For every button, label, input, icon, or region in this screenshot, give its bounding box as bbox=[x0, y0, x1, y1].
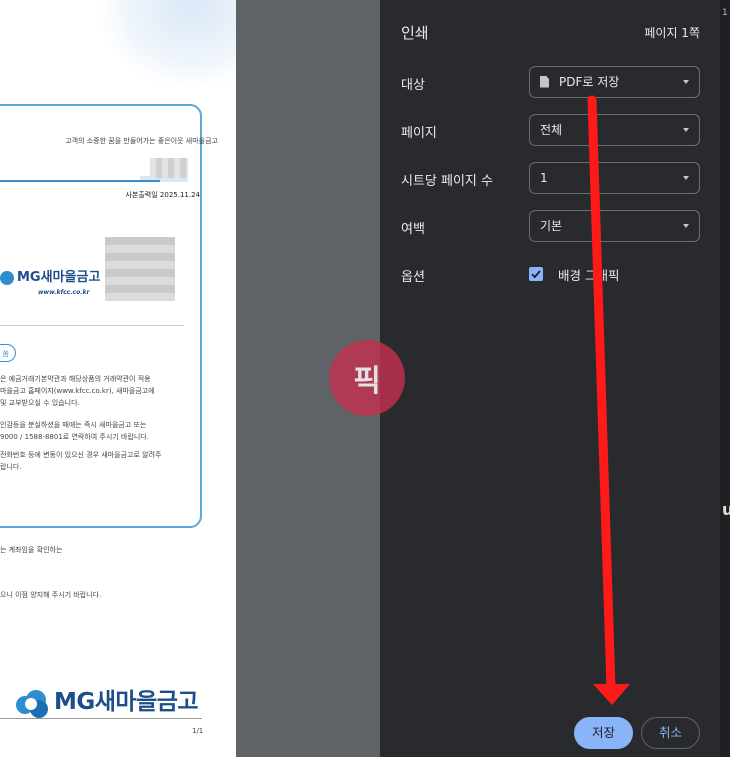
header-divider bbox=[0, 180, 160, 182]
chevron-down-icon bbox=[683, 128, 689, 132]
save-button[interactable]: 저장 bbox=[574, 717, 633, 749]
mg-logo-small-text: MG새마을금고 bbox=[17, 270, 101, 285]
pages-per-sheet-value: 1 bbox=[540, 171, 548, 185]
edge-text: u bbox=[722, 500, 730, 519]
preview-page: 고객의 소중한 꿈을 만들어가는 좋은이웃 새마을금고 사본출력일 2025.1… bbox=[0, 0, 236, 757]
cancel-button[interactable]: 취소 bbox=[641, 717, 700, 749]
pages-label: 페이지 bbox=[401, 126, 437, 141]
card-divider bbox=[0, 325, 184, 326]
confirm-text: 는 계좌임을 확인하는 bbox=[0, 546, 63, 554]
notice-text: 으니 이점 양지해 주시기 바랍니다. bbox=[0, 591, 102, 599]
blurred-name bbox=[150, 158, 188, 178]
print-date: 사본출력일 2025.11.24 bbox=[125, 191, 200, 199]
mg-logo-large: MG새마을금고 bbox=[16, 682, 199, 718]
chevron-down-icon bbox=[683, 176, 689, 180]
pages-value: 전체 bbox=[540, 123, 563, 137]
margins-label: 여백 bbox=[401, 222, 425, 237]
destination-value: PDF로 저장 bbox=[559, 75, 620, 89]
pages-per-sheet-label: 시트당 페이지 수 bbox=[401, 174, 493, 189]
mg-logo-icon bbox=[0, 270, 14, 285]
watermark-badge: 픽 bbox=[329, 340, 405, 416]
file-icon bbox=[540, 75, 549, 88]
page-count: 페이지 1쪽 bbox=[644, 26, 700, 40]
pages-select[interactable]: 전체 bbox=[529, 114, 700, 146]
checkmark-icon bbox=[531, 270, 541, 279]
footer-divider bbox=[0, 718, 202, 719]
page-decoration bbox=[96, 0, 236, 90]
options-label: 옵션 bbox=[401, 270, 425, 285]
margins-value: 기본 bbox=[540, 219, 563, 233]
notice-line: 은 예금거래기본약관과 해당상품의 거래약관이 적용 bbox=[0, 375, 151, 383]
chevron-down-icon bbox=[683, 224, 689, 228]
mg-logo-small: MG새마을금고 bbox=[0, 266, 100, 285]
mg-logo-large-icon bbox=[16, 688, 50, 718]
page-number: 1/1 bbox=[192, 727, 204, 735]
print-preview-area: 고객의 소중한 꿈을 만들어가는 좋은이웃 새마을금고 사본출력일 2025.1… bbox=[0, 0, 380, 757]
blurred-seal bbox=[105, 237, 175, 301]
background-window-edge: 1 u bbox=[720, 0, 730, 757]
destination-select[interactable]: PDF로 저장 bbox=[529, 66, 700, 98]
chevron-down-icon bbox=[683, 80, 689, 84]
margins-select[interactable]: 기본 bbox=[529, 210, 700, 242]
background-graphics-label[interactable]: 배경 그래픽 bbox=[558, 265, 619, 284]
mg-logo-large-text: MG새마을금고 bbox=[54, 689, 199, 715]
print-dialog: 인쇄 페이지 1쪽 대상 PDF로 저장 페이지 전체 시트당 페이지 수 1 … bbox=[380, 0, 720, 757]
slogan-text: 고객의 소중한 꿈을 만들어가는 좋은이웃 새마을금고 bbox=[65, 137, 218, 145]
notice-line: 랍니다. bbox=[0, 463, 22, 471]
dialog-title: 인쇄 bbox=[401, 24, 429, 42]
notice-line: 전화번호 등에 변동이 있으신 경우 새마을금고로 알려주 bbox=[0, 451, 162, 459]
destination-label: 대상 bbox=[401, 78, 425, 93]
notice-line: 9000 / 1588-8801로 연락하여 주시기 바랍니다. bbox=[0, 433, 149, 441]
notice-line: 인감등을 분실하셨을 때에는 즉시 새마을금고 또는 bbox=[0, 421, 147, 429]
notice-line: 및 교부받으실 수 있습니다. bbox=[0, 399, 80, 407]
edge-text: 1 bbox=[722, 8, 728, 18]
pages-per-sheet-select[interactable]: 1 bbox=[529, 162, 700, 194]
notice-line: 마을금고 홈페이지(www.kfcc.co.kr), 새마을금고에 bbox=[0, 387, 155, 395]
background-graphics-checkbox[interactable] bbox=[529, 267, 543, 281]
logo-url: www.kfcc.co.kr bbox=[38, 289, 90, 296]
